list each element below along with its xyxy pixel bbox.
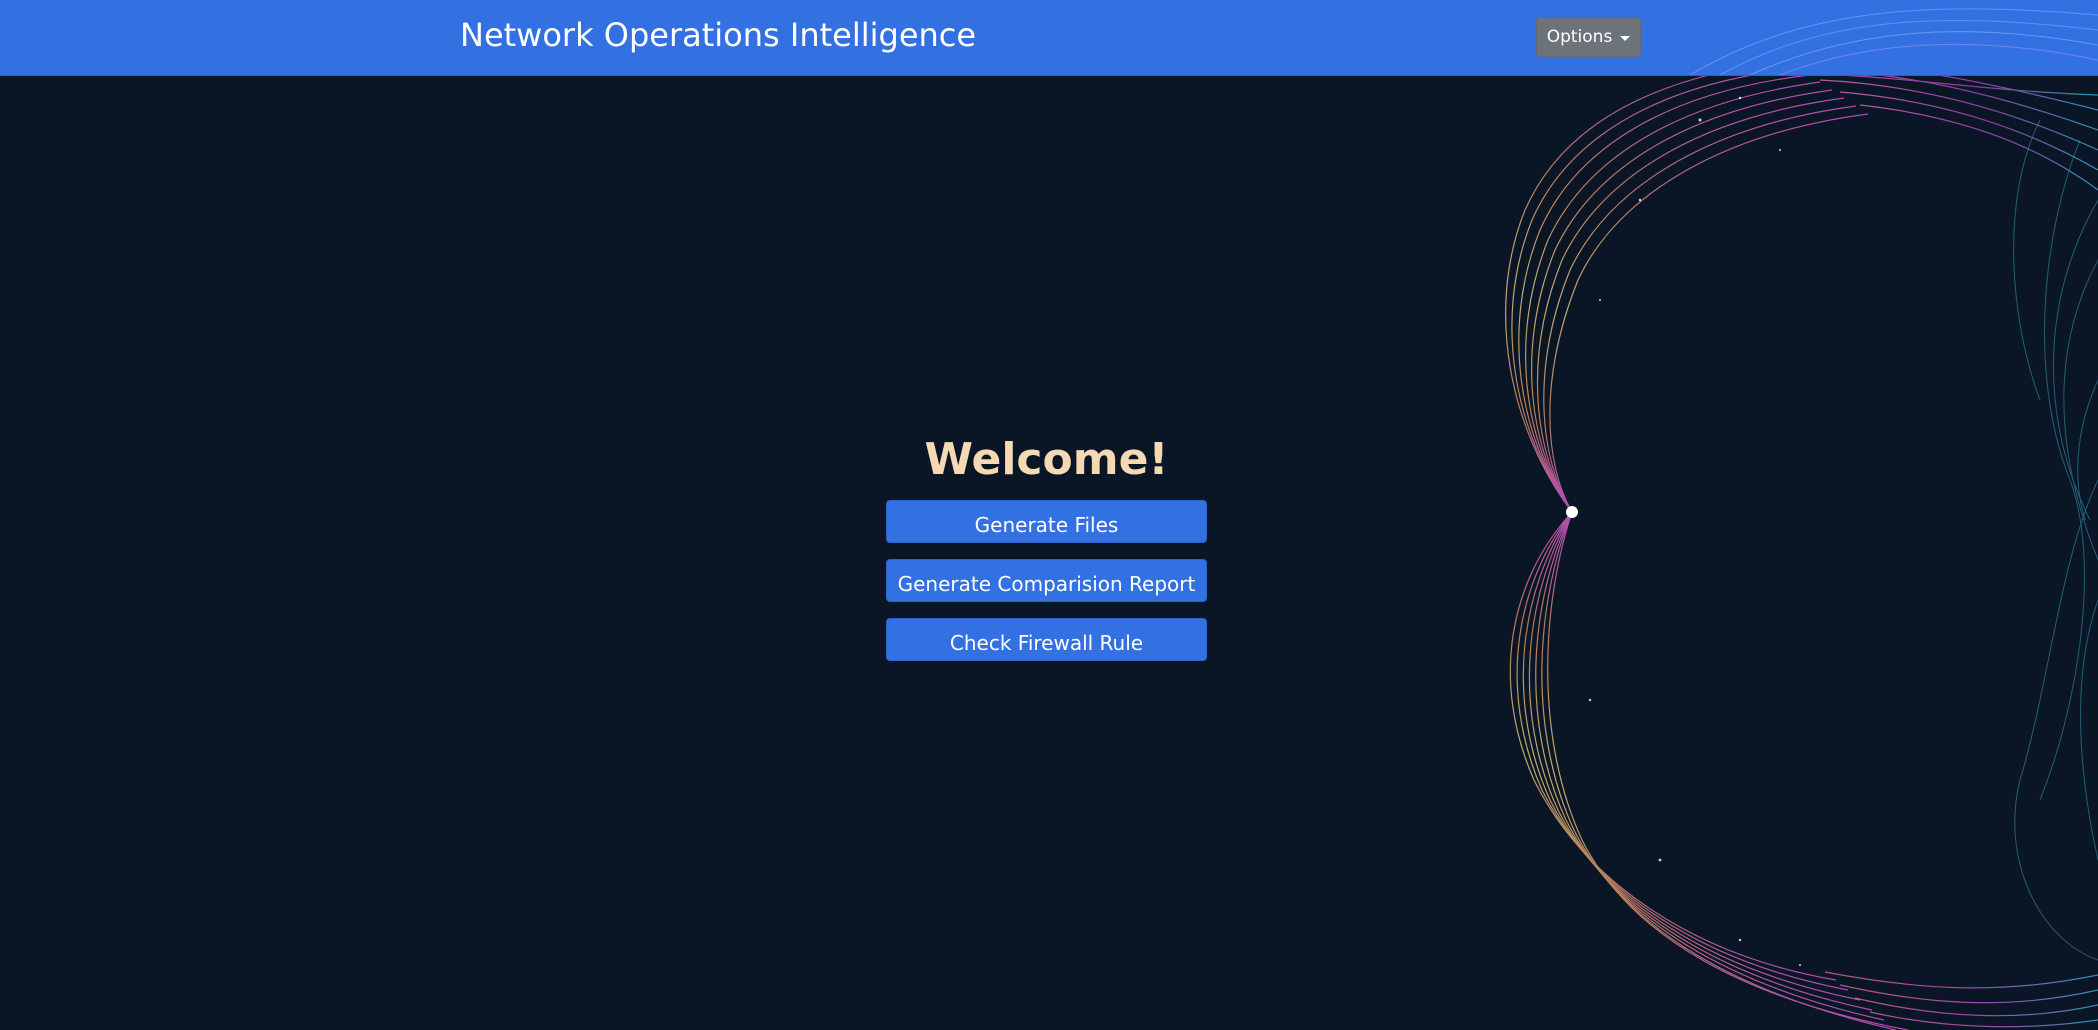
generate-comparison-report-button[interactable]: Generate Comparision Report: [886, 559, 1207, 602]
options-dropdown-button[interactable]: Options: [1536, 17, 1641, 57]
top-navbar: Network Operations Intelligence Options: [0, 0, 2098, 76]
pinch-point-dot: [1566, 506, 1578, 518]
generate-files-button[interactable]: Generate Files: [886, 500, 1207, 543]
decorative-swirl-art: [1505, 59, 2098, 1030]
welcome-heading: Welcome!: [924, 434, 1169, 485]
app-title[interactable]: Network Operations Intelligence: [460, 16, 976, 54]
welcome-panel: Welcome! Generate Files Generate Compari…: [886, 430, 1207, 677]
app-page: Network Operations Intelligence Options: [0, 0, 2098, 1030]
options-label: Options: [1546, 27, 1613, 47]
check-firewall-rule-button[interactable]: Check Firewall Rule: [886, 618, 1207, 661]
caret-down-icon: [1620, 35, 1631, 41]
